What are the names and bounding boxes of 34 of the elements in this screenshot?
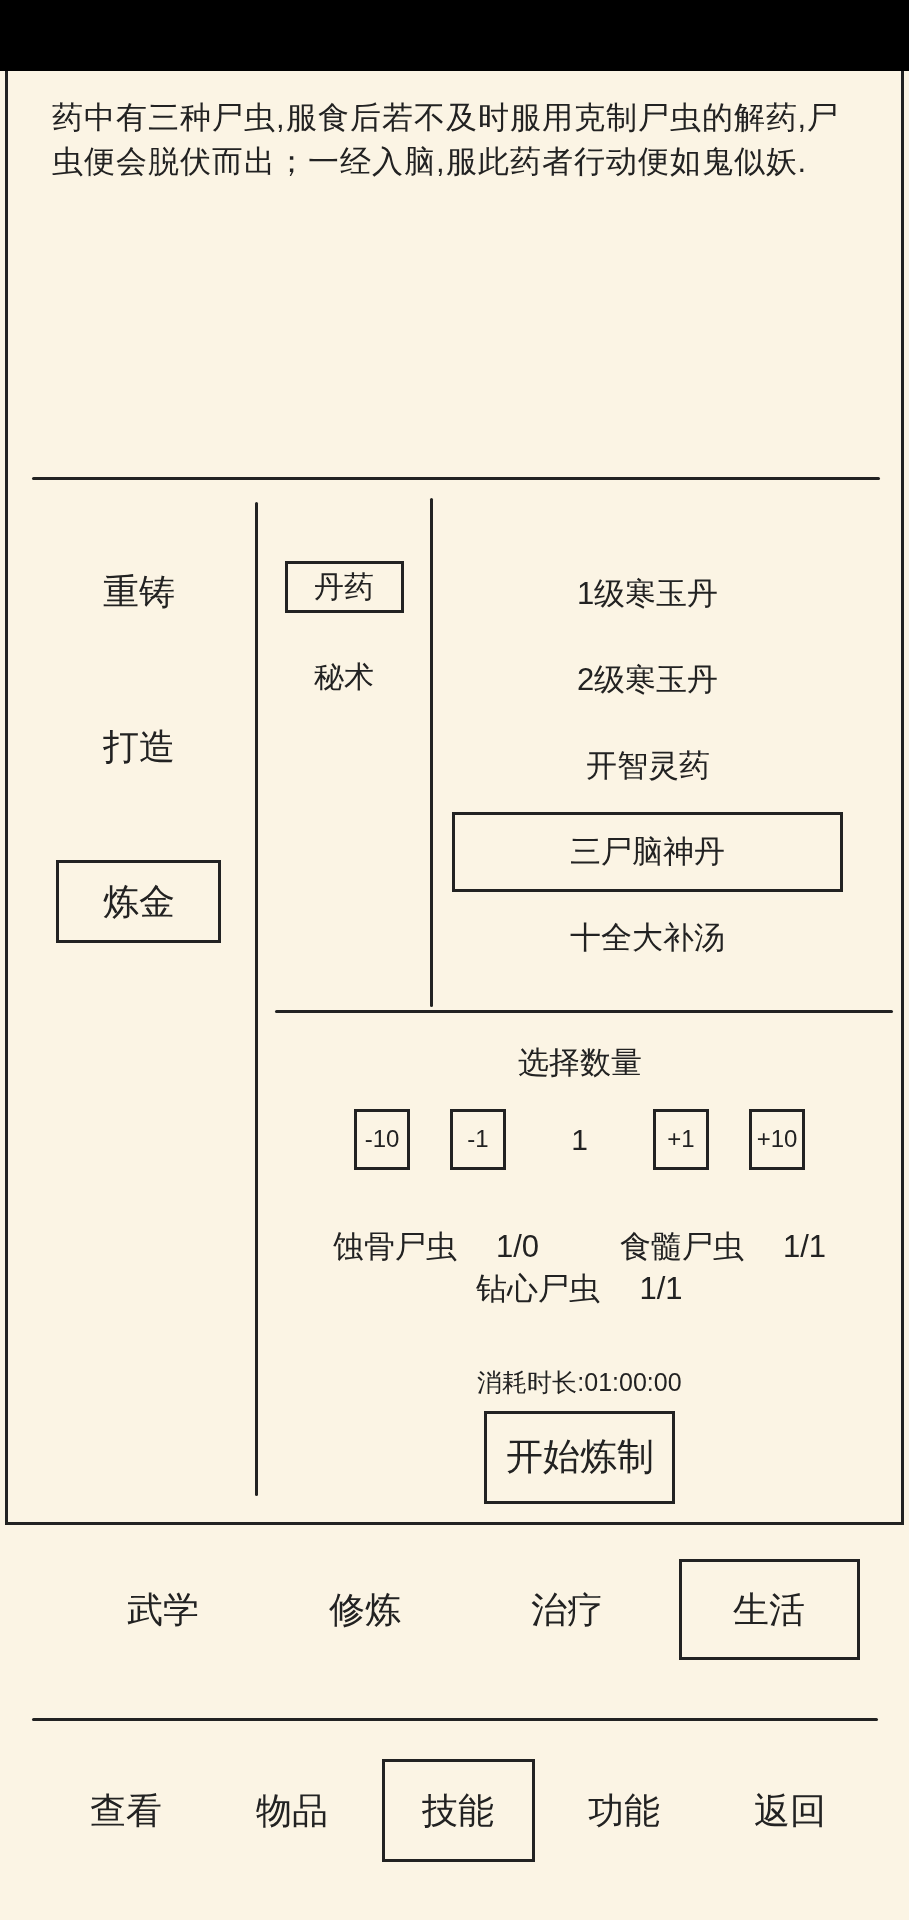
quantity-title: 选择数量 xyxy=(517,1044,642,1082)
nav-tab[interactable]: 查看 xyxy=(90,1788,162,1833)
material-count: 1/0 xyxy=(495,1228,539,1266)
duration-text: 消耗时长:01:00:00 xyxy=(477,1367,682,1398)
recipe-item[interactable]: 1级寒玉丹 xyxy=(576,575,719,613)
stepper-button[interactable]: +10 xyxy=(749,1109,805,1170)
skill-tab[interactable]: 武学 xyxy=(127,1587,199,1632)
stepper-button[interactable]: -1 xyxy=(450,1109,506,1170)
material-name: 蚀骨尸虫 xyxy=(332,1228,457,1266)
quantity-value: 1 xyxy=(570,1122,589,1157)
recipe-item[interactable]: 2级寒玉丹 xyxy=(576,661,719,699)
subcategory-tab[interactable]: 丹药 xyxy=(284,561,404,613)
skill-tab[interactable]: 修炼 xyxy=(329,1587,401,1632)
material-name: 钻心尸虫 xyxy=(476,1270,601,1308)
stepper-button[interactable]: +1 xyxy=(653,1109,709,1170)
recipe-item[interactable]: 开智灵药 xyxy=(585,747,710,785)
material-name: 食髓尸虫 xyxy=(620,1228,744,1266)
skill-tab[interactable]: 治疗 xyxy=(531,1587,603,1632)
recipe-item[interactable]: 十全大补汤 xyxy=(570,919,725,957)
nav-tab[interactable]: 物品 xyxy=(256,1788,328,1833)
nav-tab[interactable]: 功能 xyxy=(588,1788,660,1833)
material-count: 1/1 xyxy=(639,1270,683,1308)
subcategory-tab[interactable]: 秘术 xyxy=(314,659,374,695)
nav-tab[interactable]: 返回 xyxy=(754,1788,826,1833)
nav-tab[interactable]: 技能 xyxy=(381,1759,535,1862)
stepper-button[interactable]: -10 xyxy=(354,1109,410,1170)
material-count: 1/1 xyxy=(783,1228,827,1266)
category-tab[interactable]: 打造 xyxy=(102,724,175,769)
recipe-item[interactable]: 三尸脑神丹 xyxy=(452,812,843,892)
category-tab[interactable]: 炼金 xyxy=(56,860,221,943)
start-button[interactable]: 开始炼制 xyxy=(484,1411,675,1504)
skill-tab[interactable]: 生活 xyxy=(678,1559,860,1660)
description-text: 药中有三种尸虫,服食后若不及时服用克制尸虫的解药,尸虫便会脱伏而出；一经入脑,服此药者行动便如鬼似妖. xyxy=(52,99,841,181)
category-tab[interactable]: 重铸 xyxy=(102,569,175,614)
